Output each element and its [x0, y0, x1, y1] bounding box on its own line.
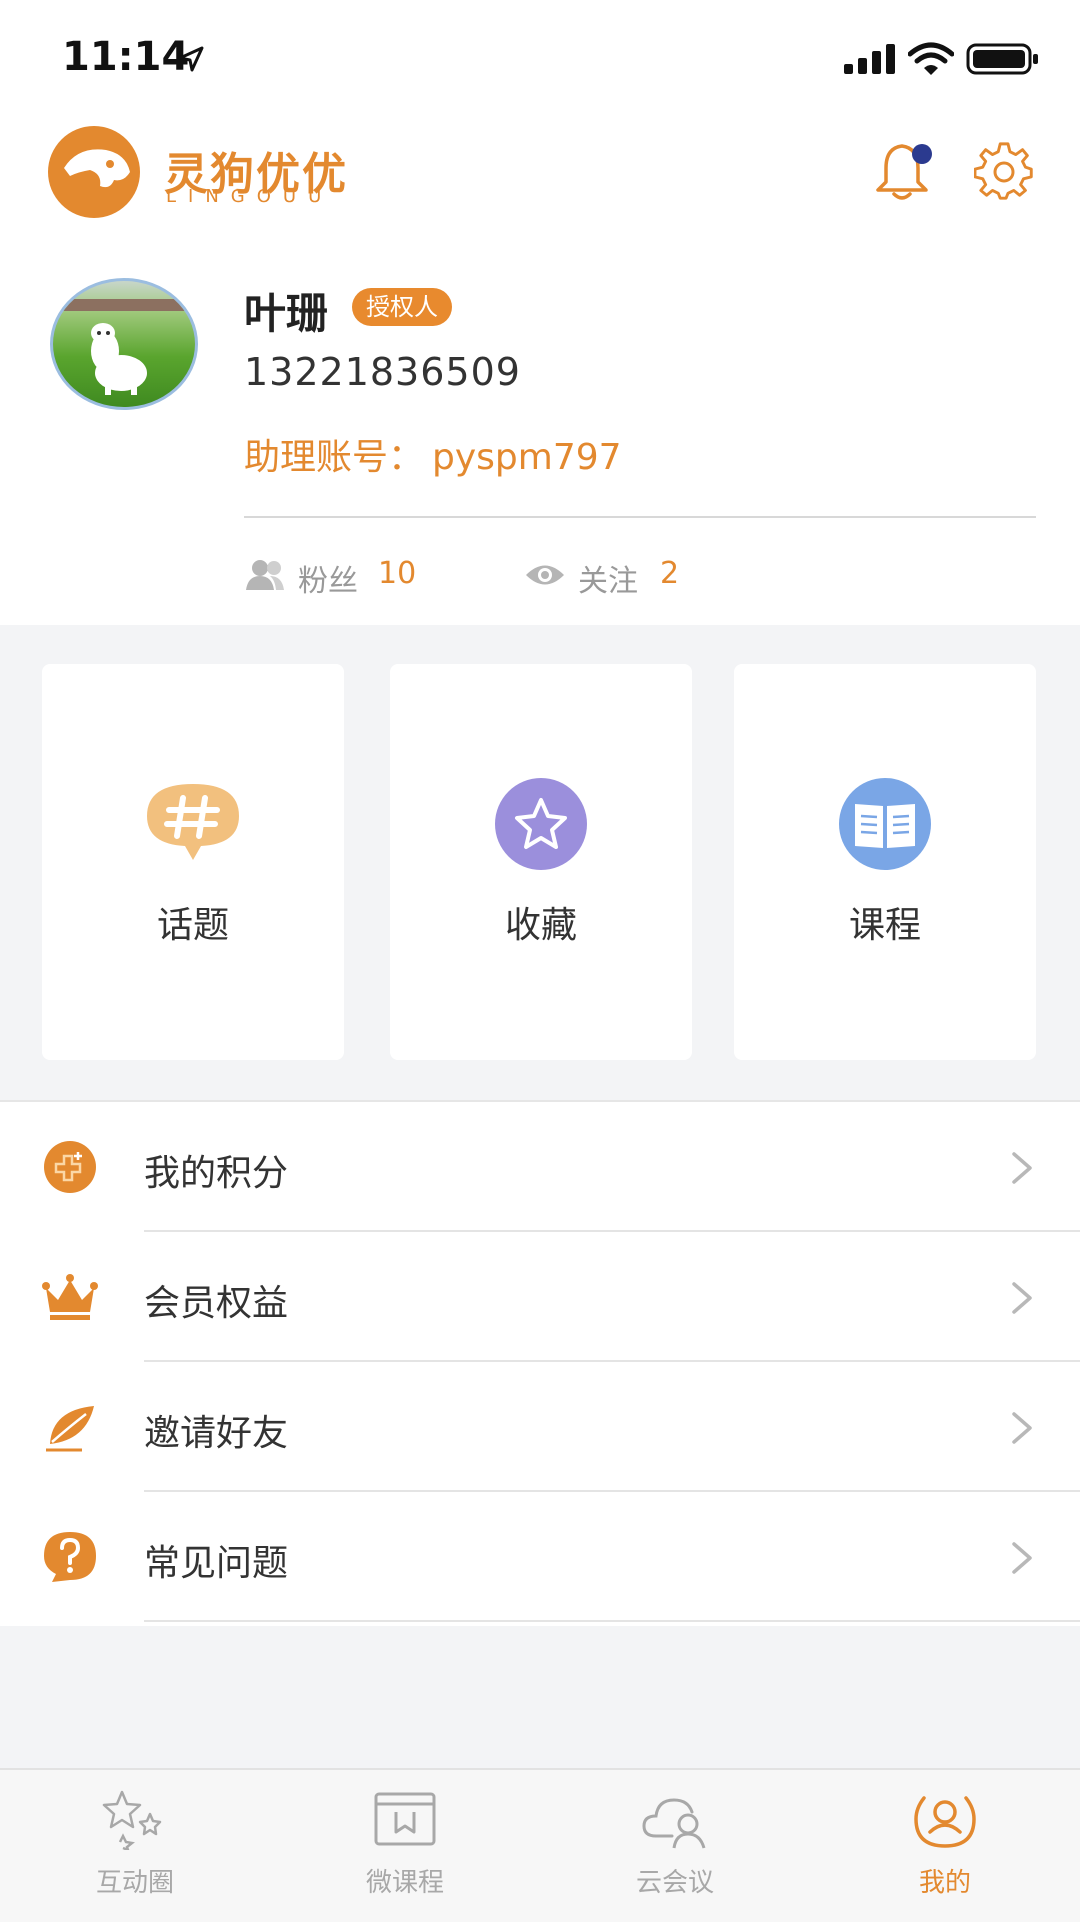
points-icon	[44, 1141, 96, 1193]
tab-mine[interactable]: 我的	[810, 1788, 1080, 1908]
battery-icon	[966, 43, 1038, 75]
tab-label-micro-course: 微课程	[365, 1868, 444, 1898]
chevron-right-icon	[1012, 1542, 1032, 1574]
user-phone: 13221836509	[244, 350, 521, 394]
menu-item-membership[interactable]: 会员权益	[0, 1232, 1080, 1362]
tab-label-mine: 我的	[918, 1868, 971, 1898]
card-label-topics: 话题	[156, 905, 229, 946]
assistant-label: 助理账号：	[244, 437, 425, 478]
avatar[interactable]	[50, 278, 198, 410]
menu-label-points: 我的积分	[144, 1153, 289, 1194]
wifi-icon	[908, 42, 954, 75]
hashtag-bubble-icon	[147, 784, 239, 860]
assistant-value: pyspm797	[432, 437, 622, 478]
location-arrow-icon	[178, 46, 204, 72]
book-icon	[839, 778, 931, 870]
tab-cloud-meeting[interactable]: 云会议	[540, 1788, 810, 1908]
role-badge: 授权人	[352, 288, 452, 326]
tab-micro-course[interactable]: 微课程	[270, 1788, 540, 1908]
status-time: 11:14	[62, 34, 190, 80]
menu-label-membership: 会员权益	[144, 1283, 289, 1324]
fans-icon	[246, 560, 284, 590]
crown-icon	[42, 1274, 98, 1320]
tab-label-interaction-circle: 互动圈	[95, 1868, 174, 1898]
feather-icon	[46, 1406, 94, 1452]
logo-text-en: LINGOUU	[166, 186, 334, 207]
fans-count[interactable]: 10	[378, 556, 416, 591]
stars-icon	[102, 1790, 162, 1850]
menu-label-faq: 常见问题	[144, 1543, 289, 1584]
chevron-right-icon	[1012, 1282, 1032, 1314]
menu-label-invite: 邀请好友	[144, 1413, 289, 1454]
question-icon	[44, 1532, 96, 1582]
tab-label-cloud-meeting: 云会议	[635, 1868, 714, 1898]
eye-icon	[526, 565, 564, 585]
card-courses[interactable]: 课程	[734, 664, 1036, 1060]
chevron-right-icon	[1012, 1152, 1032, 1184]
course-icon	[374, 1792, 436, 1846]
card-label-favorites: 收藏	[504, 905, 577, 946]
menu-item-faq[interactable]: 常见问题	[0, 1492, 1080, 1622]
menu-list: 我的积分 会员权益 邀请好友 常见问题	[0, 1100, 1080, 1626]
follow-count[interactable]: 2	[660, 556, 679, 591]
gear-icon[interactable]	[974, 142, 1034, 202]
notification-dot	[912, 144, 932, 164]
card-topics[interactable]: 话题	[42, 664, 344, 1060]
divider	[244, 516, 1036, 518]
menu-item-points[interactable]: 我的积分	[0, 1102, 1080, 1232]
tab-interaction-circle[interactable]: 互动圈	[0, 1788, 270, 1908]
star-icon	[495, 778, 587, 870]
user-name: 叶珊	[244, 289, 329, 338]
card-label-courses: 课程	[848, 905, 921, 946]
signal-icon	[844, 44, 895, 74]
assistant-account: 助理账号： pyspm797	[244, 428, 622, 480]
cloud-meeting-icon	[642, 1798, 706, 1849]
divider	[144, 1620, 1080, 1622]
card-favorites[interactable]: 收藏	[390, 664, 692, 1060]
logo-icon	[48, 126, 140, 218]
menu-item-invite[interactable]: 邀请好友	[0, 1362, 1080, 1492]
profile-icon	[914, 1796, 976, 1848]
fans-label[interactable]: 粉丝	[298, 556, 358, 600]
chevron-right-icon	[1012, 1412, 1032, 1444]
follow-label[interactable]: 关注	[578, 556, 638, 600]
alpaca-avatar-image	[53, 299, 195, 395]
